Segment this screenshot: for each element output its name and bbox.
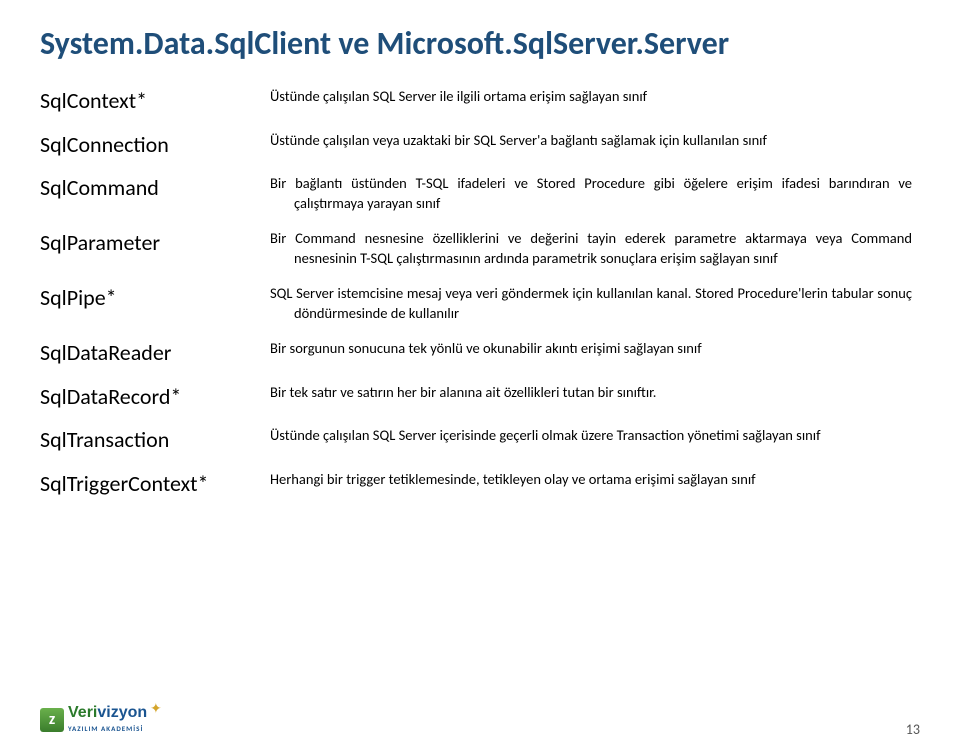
sparkle-icon: ✦ bbox=[150, 700, 162, 717]
class-desc: Bir bağlantı üstünden T-SQL ifadeleri ve… bbox=[270, 168, 920, 223]
class-name: SqlDataReader bbox=[40, 333, 270, 377]
class-name: SqlDataRecord* bbox=[40, 377, 270, 421]
class-desc: Bir tek satır ve satırın her bir alanına… bbox=[270, 377, 920, 421]
class-name: SqlCommand bbox=[40, 168, 270, 223]
class-name: SqlConnection bbox=[40, 125, 270, 169]
class-name: SqlPipe* bbox=[40, 278, 270, 333]
logo-mark-icon: z bbox=[40, 708, 64, 732]
class-name: SqlTriggerContext* bbox=[40, 464, 270, 508]
footer-logo: z Verivizyon YAZILIM AKADEMİSİ ✦ bbox=[40, 702, 180, 742]
page-title: System.Data.SqlClient ve Microsoft.SqlSe… bbox=[40, 24, 920, 63]
class-desc: Bir Command nesnesine özelliklerini ve d… bbox=[270, 223, 920, 278]
class-desc: Bir sorgunun sonucuna tek yönlü ve okuna… bbox=[270, 333, 920, 377]
logo-brand-part1: Veri bbox=[68, 704, 97, 721]
class-desc: Üstünde çalışılan SQL Server ile ilgili … bbox=[270, 81, 920, 125]
definition-table: SqlContext* Üstünde çalışılan SQL Server… bbox=[40, 81, 920, 507]
class-name: SqlContext* bbox=[40, 81, 270, 125]
logo-brand-part2: vizyon bbox=[97, 704, 147, 721]
class-desc: Üstünde çalışılan SQL Server içerisinde … bbox=[270, 420, 920, 464]
logo-text: Verivizyon bbox=[68, 704, 147, 722]
class-desc: SQL Server istemcisine mesaj veya veri g… bbox=[270, 278, 920, 333]
class-desc: Herhangi bir trigger tetiklemesinde, tet… bbox=[270, 464, 920, 508]
class-name: SqlTransaction bbox=[40, 420, 270, 464]
class-desc: Üstünde çalışılan veya uzaktaki bir SQL … bbox=[270, 125, 920, 169]
class-name: SqlParameter bbox=[40, 223, 270, 278]
page-number: 13 bbox=[906, 721, 920, 738]
logo-subtitle: YAZILIM AKADEMİSİ bbox=[68, 724, 143, 733]
